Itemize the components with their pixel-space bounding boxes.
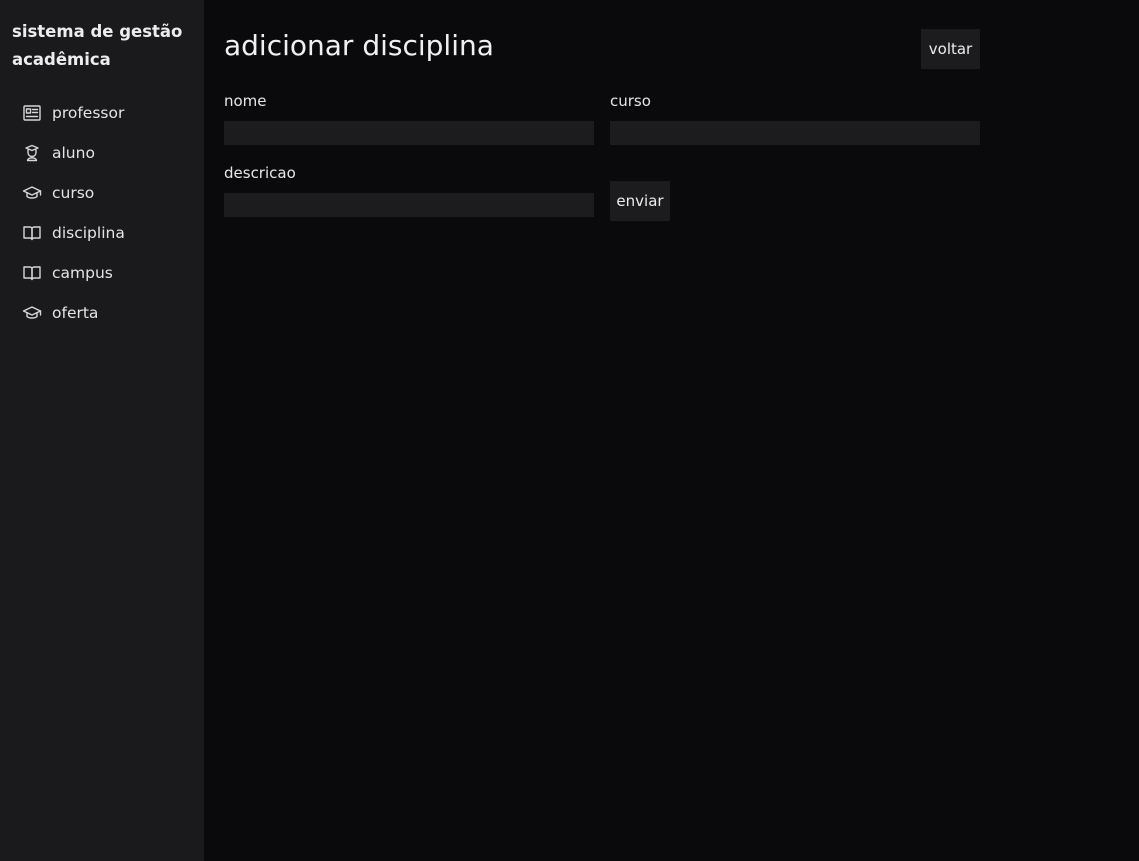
sidebar-item-oferta[interactable]: oferta — [0, 293, 204, 333]
graduation-cap-icon — [21, 302, 43, 324]
nome-label: nome — [224, 92, 267, 110]
sidebar-item-label: oferta — [52, 304, 99, 322]
sidebar: sistema de gestão acadêmica professor al… — [0, 0, 204, 861]
descricao-label: descricao — [224, 164, 296, 182]
sidebar-nav: professor aluno curso disciplina campus … — [0, 93, 204, 333]
back-button[interactable]: voltar — [921, 29, 980, 69]
sidebar-item-curso[interactable]: curso — [0, 173, 204, 213]
nome-input[interactable] — [224, 121, 594, 145]
sidebar-item-campus[interactable]: campus — [0, 253, 204, 293]
sidebar-item-label: disciplina — [52, 224, 125, 242]
page-title: adicionar disciplina — [224, 29, 494, 62]
sidebar-item-label: curso — [52, 184, 95, 202]
main-content: adicionar disciplina voltar nome curso d… — [204, 0, 1139, 861]
sidebar-item-label: professor — [52, 104, 125, 122]
book-icon — [21, 262, 43, 284]
sidebar-item-professor[interactable]: professor — [0, 93, 204, 133]
app-brand: sistema de gestão acadêmica — [12, 22, 183, 69]
sidebar-item-disciplina[interactable]: disciplina — [0, 213, 204, 253]
submit-button[interactable]: enviar — [610, 181, 670, 221]
graduation-cap-icon — [21, 182, 43, 204]
sidebar-item-aluno[interactable]: aluno — [0, 133, 204, 173]
curso-label: curso — [610, 92, 651, 110]
sidebar-item-label: aluno — [52, 144, 95, 162]
id-card-icon — [21, 102, 43, 124]
student-icon — [21, 142, 43, 164]
sidebar-item-label: campus — [52, 264, 113, 282]
descricao-input[interactable] — [224, 193, 594, 217]
app-root: sistema de gestão acadêmica professor al… — [0, 0, 1139, 861]
curso-input[interactable] — [610, 121, 980, 145]
book-icon — [21, 222, 43, 244]
